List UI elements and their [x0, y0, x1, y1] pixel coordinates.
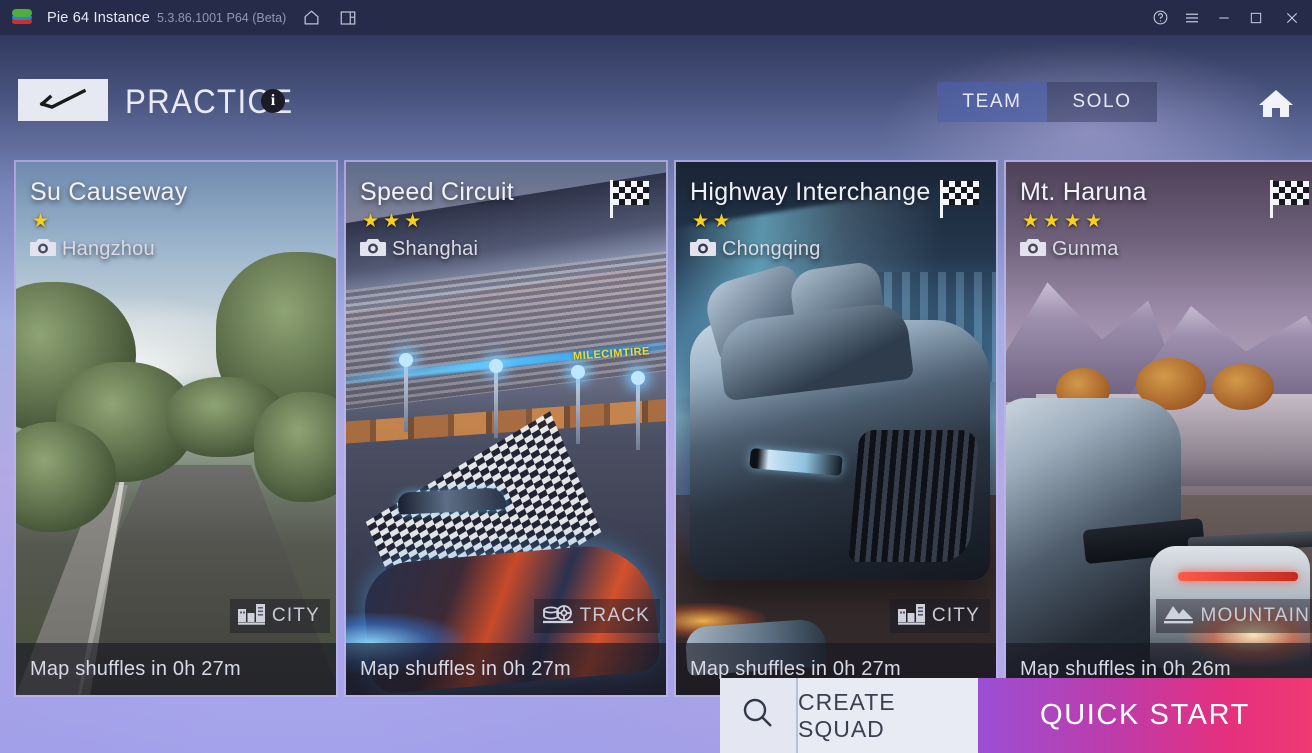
help-icon[interactable] — [1144, 0, 1176, 35]
star-icon: ★ — [1043, 211, 1061, 232]
star-icon: ★ — [404, 211, 422, 232]
map-card[interactable]: MILECIMTIRE Speed Circuit ★ ★ ★ Shanghai… — [344, 160, 668, 697]
multi-instance-icon[interactable] — [339, 9, 357, 27]
menu-icon[interactable] — [1176, 0, 1208, 35]
map-type-badge: TRACK — [533, 599, 660, 633]
checkered-flag-icon — [1268, 178, 1312, 225]
map-type-label: CITY — [931, 605, 980, 626]
back-button[interactable] — [18, 79, 108, 121]
bluestacks-logo-icon — [10, 7, 36, 29]
map-type-label: CITY — [271, 605, 320, 626]
map-location: Gunma — [1020, 237, 1312, 262]
map-location: Shanghai — [360, 237, 652, 262]
location-name: Gunma — [1052, 238, 1119, 260]
star-icon: ★ — [383, 211, 401, 232]
mountain-icon — [1164, 603, 1194, 630]
tire-icon — [542, 603, 574, 630]
search-icon — [740, 695, 776, 736]
star-icon: ★ — [1064, 211, 1082, 232]
star-icon: ★ — [362, 211, 380, 232]
tab-team[interactable]: TEAM — [937, 82, 1047, 122]
star-icon: ★ — [32, 211, 50, 232]
map-type-label: MOUNTAIN — [1200, 605, 1310, 626]
star-icon: ★ — [692, 211, 710, 232]
map-card[interactable]: Mt. Haruna ★ ★ ★ ★ Gunma MOUNTAIN Map sh… — [1004, 160, 1312, 697]
home-icon[interactable] — [302, 8, 321, 27]
checkered-flag-icon — [938, 178, 984, 225]
map-type-badge: CITY — [889, 599, 990, 633]
camera-icon — [360, 237, 386, 262]
map-location: Hangzhou — [30, 237, 322, 262]
location-name: Shanghai — [392, 238, 479, 260]
map-location: Chongqing — [690, 237, 982, 262]
quick-start-button[interactable]: QUICK START — [978, 678, 1312, 753]
star-icon: ★ — [713, 211, 731, 232]
map-card[interactable]: Highway Interchange ★ ★ Chongqing CITY M… — [674, 160, 998, 697]
app-root: Pie 64 Instance 5.3.86.1001 P64 (Beta) P… — [0, 0, 1312, 753]
game-viewport: PRACTICE i TEAM SOLO Su Causeway ★ Hangz… — [0, 35, 1312, 753]
star-icon: ★ — [1085, 211, 1103, 232]
tab-solo[interactable]: SOLO — [1047, 82, 1157, 122]
city-icon — [897, 603, 926, 630]
location-name: Chongqing — [722, 238, 821, 260]
map-type-badge: CITY — [229, 599, 330, 633]
map-type-label: TRACK — [579, 605, 650, 626]
map-card-list: Su Causeway ★ Hangzhou CITY Map shuffles… — [14, 160, 1312, 697]
bottom-action-bar: CREATE SQUAD QUICK START — [0, 678, 1312, 753]
difficulty-stars: ★ — [32, 212, 322, 231]
game-header: PRACTICE i TEAM SOLO — [0, 35, 1312, 127]
location-name: Hangzhou — [62, 238, 155, 260]
map-title: Su Causeway — [30, 178, 188, 206]
maximize-icon[interactable] — [1240, 0, 1272, 35]
instance-name: Pie 64 Instance — [47, 9, 150, 26]
map-card-header: Su Causeway ★ Hangzhou — [16, 162, 336, 262]
bluestacks-titlebar: Pie 64 Instance 5.3.86.1001 P64 (Beta) — [0, 0, 1312, 35]
search-button[interactable] — [720, 678, 798, 753]
camera-icon — [1020, 237, 1046, 262]
camera-icon — [30, 237, 56, 262]
map-card-header: Mt. Haruna ★ ★ ★ ★ Gunma — [1006, 162, 1312, 262]
camera-icon — [690, 237, 716, 262]
star-icon: ★ — [1022, 211, 1040, 232]
home-button[interactable] — [1254, 82, 1298, 124]
city-icon — [237, 603, 266, 630]
info-icon[interactable]: i — [261, 89, 285, 113]
minimize-icon[interactable] — [1208, 0, 1240, 35]
create-squad-button[interactable]: CREATE SQUAD — [798, 678, 978, 753]
map-type-badge: MOUNTAIN — [1156, 599, 1312, 633]
close-icon[interactable] — [1272, 0, 1312, 35]
map-card[interactable]: Su Causeway ★ Hangzhou CITY Map shuffles… — [14, 160, 338, 697]
window-controls — [1144, 0, 1312, 35]
mode-tabs: TEAM SOLO — [937, 82, 1157, 122]
checkered-flag-icon — [608, 178, 654, 225]
instance-version: 5.3.86.1001 P64 (Beta) — [156, 10, 287, 25]
